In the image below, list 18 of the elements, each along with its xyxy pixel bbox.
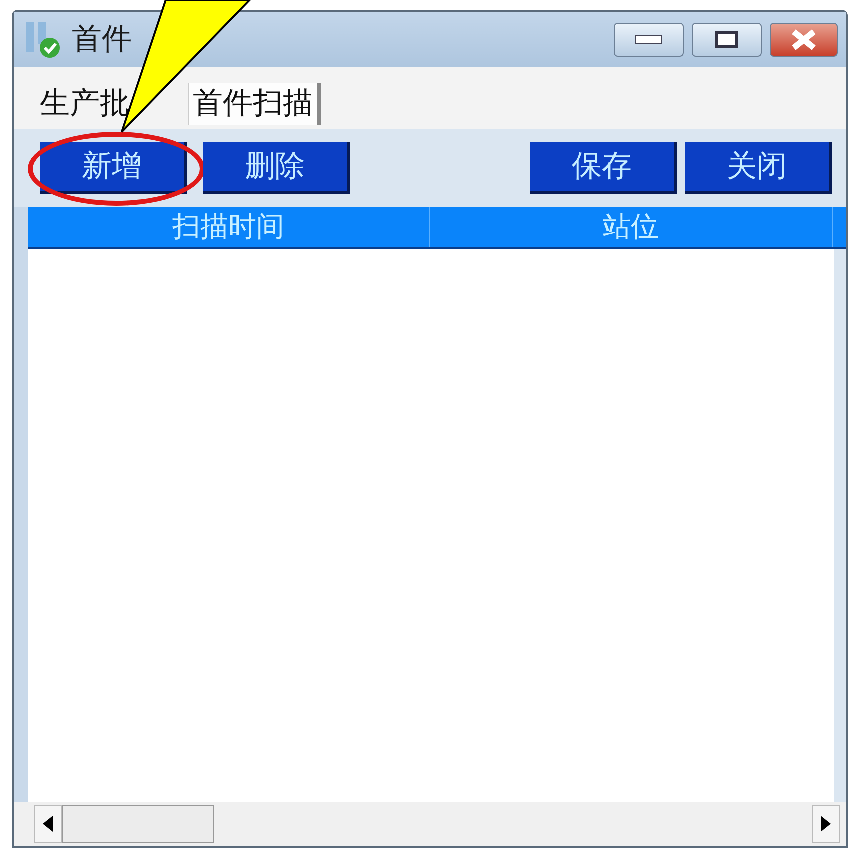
maximize-icon bbox=[715, 30, 739, 48]
close-icon bbox=[791, 28, 817, 50]
minimize-button[interactable] bbox=[614, 22, 684, 56]
scroll-right-button[interactable] bbox=[812, 805, 840, 843]
right-arrow-icon bbox=[820, 815, 832, 833]
maximize-button[interactable] bbox=[692, 22, 762, 56]
toolbar-button[interactable]: 删除 bbox=[203, 142, 350, 194]
window-title: 首件 bbox=[72, 21, 132, 59]
left-arrow-icon bbox=[42, 815, 54, 833]
minimize-icon bbox=[635, 34, 663, 44]
toolbar-button[interactable]: 保存 bbox=[530, 142, 677, 194]
toolbar-button[interactable]: 新增 bbox=[40, 142, 187, 194]
toolbar-button[interactable]: 关闭 bbox=[685, 142, 832, 194]
tab[interactable]: 首件扫描 bbox=[188, 83, 321, 125]
scroll-left-button[interactable] bbox=[34, 805, 62, 843]
close-button[interactable] bbox=[770, 22, 838, 56]
scrollbar-thumb[interactable] bbox=[62, 805, 214, 843]
tab[interactable]: 生产批 bbox=[36, 83, 134, 125]
